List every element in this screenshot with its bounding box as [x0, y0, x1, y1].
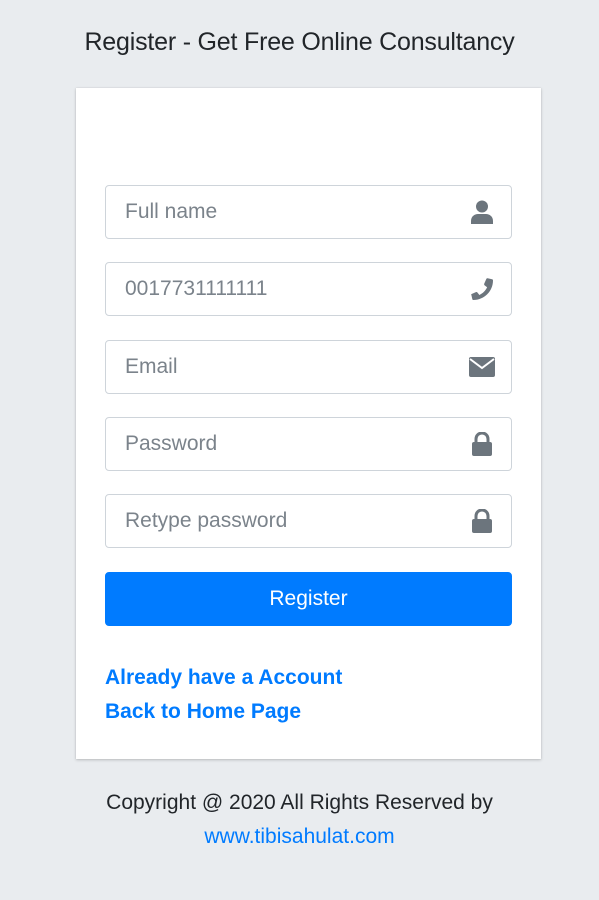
phone-icon	[453, 263, 511, 315]
full-name-input[interactable]	[106, 186, 453, 238]
copyright-text: Copyright @ 2020 All Rights Reserved by	[106, 791, 493, 814]
lock-icon	[453, 418, 511, 470]
full-name-field	[105, 185, 512, 239]
envelope-icon	[453, 341, 511, 393]
user-icon	[453, 186, 511, 238]
phone-input[interactable]	[106, 263, 453, 315]
retype-password-input[interactable]	[106, 495, 453, 547]
password-field	[105, 417, 512, 471]
email-field	[105, 340, 512, 394]
footer: Copyright @ 2020 All Rights Reserved by …	[0, 786, 599, 854]
back-to-home-link[interactable]: Back to Home Page	[105, 700, 301, 724]
lock-icon	[453, 495, 511, 547]
retype-password-field	[105, 494, 512, 548]
site-link[interactable]: www.tibisahulat.com	[204, 825, 394, 848]
page-title: Register - Get Free Online Consultancy	[84, 28, 515, 56]
register-card: Register Already have a Account Back to …	[76, 88, 541, 759]
email-input[interactable]	[106, 341, 453, 393]
phone-field	[105, 262, 512, 316]
password-input[interactable]	[106, 418, 453, 470]
already-have-account-link[interactable]: Already have a Account	[105, 666, 342, 690]
register-button[interactable]: Register	[105, 572, 512, 626]
